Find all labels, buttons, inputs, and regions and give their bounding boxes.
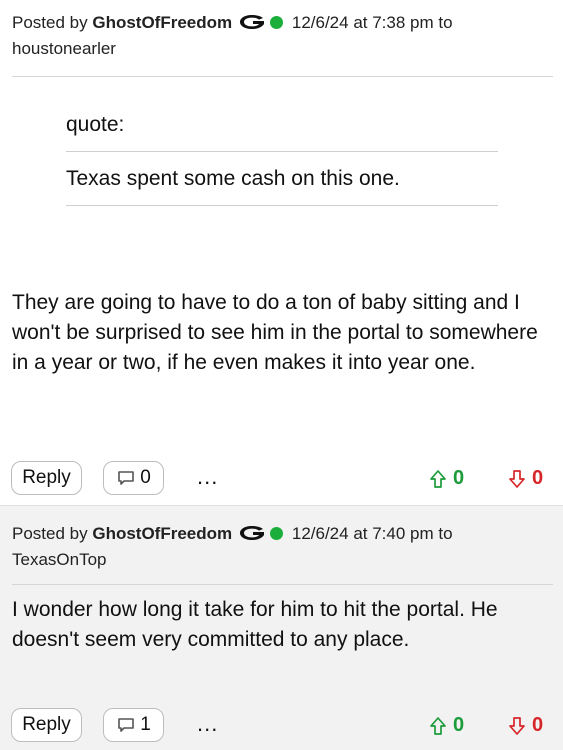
quote-label: quote:	[66, 113, 125, 136]
more-options-button[interactable]: ...	[197, 711, 218, 737]
quote-top-rule	[66, 151, 498, 152]
comment-count: 1	[140, 714, 151, 735]
downvote-arrow-icon	[509, 469, 525, 488]
posted-by-label: Posted by	[12, 524, 88, 543]
post-timestamp: 12/6/24 at 7:40 pm	[291, 524, 434, 543]
post-body: They are going to have to do a ton of ba…	[12, 291, 538, 374]
to-label: to	[438, 524, 453, 543]
comment-icon	[118, 471, 135, 485]
username-link[interactable]: GhostOfFreedom	[92, 13, 232, 32]
comment-count: 0	[140, 467, 151, 488]
downvote-count: 0	[532, 714, 544, 736]
downvote-arrow-icon	[509, 716, 525, 735]
georgia-g-logo-icon	[240, 15, 265, 29]
header-divider	[12, 76, 553, 77]
reply-to-user-link[interactable]: houstonearler	[12, 36, 453, 62]
post-timestamp: 12/6/24 at 7:38 pm	[291, 13, 434, 32]
post-2: Posted by GhostOfFreedom 12/6/24 at 7:40…	[0, 505, 563, 750]
downvote-button[interactable]: 0	[508, 714, 543, 737]
more-options-button[interactable]: ...	[197, 464, 218, 490]
comment-count-button[interactable]: 0	[103, 461, 164, 495]
downvote-button[interactable]: 0	[508, 467, 543, 490]
post-body: I wonder how long it take for him to hit…	[12, 598, 498, 651]
upvote-button[interactable]: 0	[429, 467, 464, 490]
reply-button[interactable]: Reply	[11, 461, 82, 495]
reply-to-user-link[interactable]: TexasOnTop	[12, 547, 453, 573]
upvote-arrow-icon	[430, 469, 446, 488]
quote-bottom-rule	[66, 205, 498, 206]
quote-text: Texas spent some cash on this one.	[66, 167, 400, 190]
post-1: Posted by GhostOfFreedom 12/6/24 at 7:38…	[0, 0, 563, 505]
online-status-icon	[270, 16, 284, 29]
upvote-arrow-icon	[430, 716, 446, 735]
username-link[interactable]: GhostOfFreedom	[92, 524, 232, 543]
to-label: to	[438, 13, 453, 32]
header-divider	[12, 584, 553, 585]
upvote-count: 0	[453, 714, 465, 736]
comment-count-button[interactable]: 1	[103, 708, 164, 742]
post-meta: Posted by GhostOfFreedom 12/6/24 at 7:40…	[12, 521, 453, 573]
georgia-g-logo-icon	[240, 526, 265, 540]
comment-icon	[118, 718, 135, 732]
upvote-button[interactable]: 0	[429, 714, 464, 737]
online-status-icon	[270, 527, 284, 540]
post-meta: Posted by GhostOfFreedom 12/6/24 at 7:38…	[12, 10, 453, 62]
upvote-count: 0	[453, 467, 465, 489]
downvote-count: 0	[532, 467, 544, 489]
reply-button[interactable]: Reply	[11, 708, 82, 742]
posted-by-label: Posted by	[12, 13, 88, 32]
